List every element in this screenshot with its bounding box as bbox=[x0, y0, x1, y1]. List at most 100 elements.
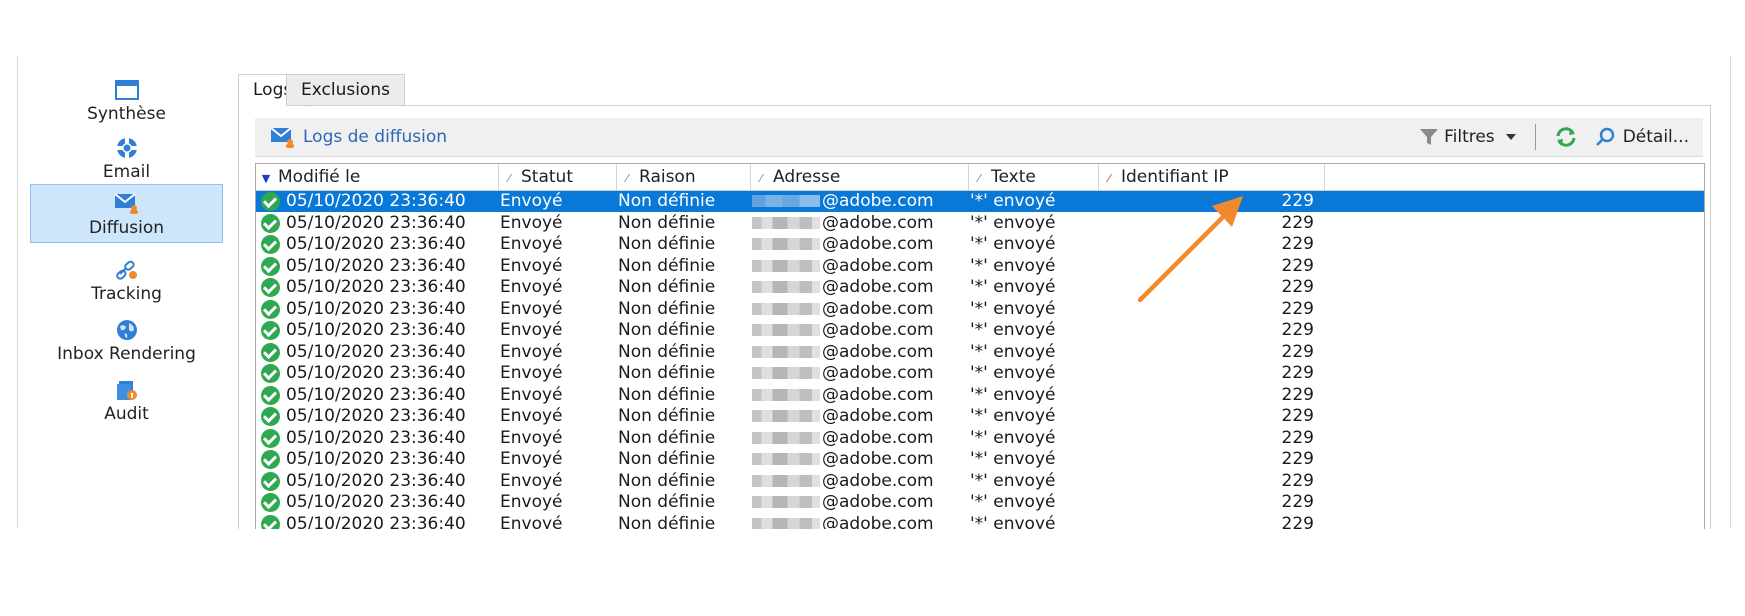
sort-icon: ⁄ bbox=[626, 172, 628, 185]
cell-reason: Non définie bbox=[618, 277, 716, 297]
cell-address: @adobe.com bbox=[752, 428, 968, 449]
cell-text: '*' envoyé bbox=[970, 277, 1056, 297]
cell-status: Envoyé bbox=[500, 513, 563, 530]
cell-text: '*' envoyé bbox=[970, 406, 1056, 426]
cell-ip: 229 bbox=[1281, 406, 1314, 426]
column-header-ip[interactable]: ⁄ Identifiant IP bbox=[1099, 164, 1325, 190]
success-icon bbox=[261, 235, 280, 254]
cell-text: '*' envoyé bbox=[970, 341, 1056, 362]
cell-ip: 229 bbox=[1281, 320, 1314, 340]
redacted-email-prefix bbox=[752, 410, 820, 422]
cell-text: '*' envoyé bbox=[970, 191, 1056, 211]
cell-status: Envoyé bbox=[500, 406, 563, 426]
cell-address: @adobe.com bbox=[752, 213, 968, 234]
cell-modified: 05/10/2020 23:36:40 bbox=[286, 191, 466, 211]
column-header-reason[interactable]: ⁄ Raison bbox=[617, 164, 751, 190]
table-row[interactable]: 05/10/2020 23:36:40 Envoyé Non définie @ado… bbox=[256, 449, 1704, 470]
nav-label: Synthèse bbox=[87, 104, 166, 124]
cell-reason: Non définie bbox=[618, 234, 716, 254]
nav-label: Diffusion bbox=[88, 218, 165, 238]
redacted-email-prefix bbox=[752, 517, 820, 529]
success-icon bbox=[261, 192, 280, 211]
cell-status: Envoyé bbox=[500, 492, 563, 512]
success-icon bbox=[261, 514, 280, 529]
cell-text: '*' envoyé bbox=[970, 298, 1056, 319]
cell-status: Envoyé bbox=[500, 341, 563, 362]
refresh-button[interactable] bbox=[1554, 118, 1578, 156]
cell-address: @adobe.com bbox=[752, 191, 968, 212]
table-row[interactable]: 05/10/2020 23:36:40 Envoyé Non définie @ado… bbox=[256, 320, 1704, 341]
cell-modified: 05/10/2020 23:36:40 bbox=[286, 406, 466, 426]
cell-ip: 229 bbox=[1281, 191, 1314, 211]
cell-status: Envoyé bbox=[500, 470, 563, 491]
cell-address: @adobe.com bbox=[752, 385, 968, 406]
chevron-down-icon bbox=[1506, 134, 1517, 140]
cell-modified: 05/10/2020 23:36:40 bbox=[286, 513, 466, 530]
cell-status: Envoyé bbox=[500, 384, 563, 405]
column-header-status[interactable]: ⁄ Statut bbox=[499, 164, 617, 190]
cell-ip: 229 bbox=[1281, 449, 1314, 469]
cell-ip: 229 bbox=[1281, 277, 1314, 297]
cell-text: '*' envoyé bbox=[970, 363, 1056, 383]
cell-ip: 229 bbox=[1281, 513, 1314, 530]
table-row[interactable]: 05/10/2020 23:36:40 Envoyé Non définie @ado… bbox=[256, 471, 1704, 492]
cell-modified: 05/10/2020 23:36:40 bbox=[286, 363, 466, 383]
table-row[interactable]: 05/10/2020 23:36:40 Envoyé Non définie @ado… bbox=[256, 277, 1704, 298]
table-row[interactable]: 05/10/2020 23:36:40 Envoyé Non définie @ado… bbox=[256, 234, 1704, 255]
table-row[interactable]: 05/10/2020 23:36:40 Envoyé Non définie @ado… bbox=[256, 342, 1704, 363]
table-row[interactable]: 05/10/2020 23:36:40 Envoyé Non définie @ado… bbox=[256, 363, 1704, 384]
table-row[interactable]: 05/10/2020 23:36:40 Envoyé Non définie @ado… bbox=[256, 213, 1704, 234]
tab-exclusions[interactable]: Exclusions bbox=[286, 74, 405, 106]
cell-reason: Non définie bbox=[618, 449, 716, 469]
cell-ip: 229 bbox=[1281, 363, 1314, 383]
table-row[interactable]: 05/10/2020 23:36:40 Envoyé Non définie @ado… bbox=[256, 513, 1704, 530]
nav-item-diffusion[interactable]: Diffusion bbox=[30, 184, 223, 243]
cell-reason: Non définie bbox=[618, 492, 716, 512]
cell-modified: 05/10/2020 23:36:40 bbox=[286, 277, 466, 297]
cell-status: Envoyé bbox=[500, 277, 563, 297]
redacted-email-prefix bbox=[752, 238, 820, 250]
nav-item-synthese[interactable]: Synthèse bbox=[30, 70, 223, 136]
cell-reason: Non définie bbox=[618, 427, 716, 448]
cell-reason: Non définie bbox=[618, 341, 716, 362]
redacted-email-prefix bbox=[752, 474, 820, 487]
redacted-email-prefix bbox=[752, 453, 820, 465]
table-row[interactable]: 05/10/2020 23:36:40 Envoyé Non définie @ado… bbox=[256, 299, 1704, 320]
filters-button[interactable]: Filtres bbox=[1419, 118, 1518, 156]
detail-button[interactable]: Détail... bbox=[1595, 118, 1689, 156]
column-header-text[interactable]: ⁄ Texte bbox=[969, 164, 1099, 190]
success-icon bbox=[261, 342, 280, 362]
table-row[interactable]: 05/10/2020 23:36:40 Envoyé Non définie @ado… bbox=[256, 428, 1704, 449]
nav-item-audit[interactable]: Audit bbox=[30, 370, 223, 436]
nav-item-inbox-rendering[interactable]: Inbox Rendering bbox=[30, 310, 223, 376]
refresh-icon bbox=[1556, 127, 1576, 147]
sort-icon: ⁄ bbox=[760, 172, 762, 185]
column-header-modified[interactable]: ▼ Modifié le bbox=[256, 164, 499, 190]
table-row[interactable]: 05/10/2020 23:36:40 Envoyé Non définie @ado… bbox=[256, 406, 1704, 427]
email-domain: @adobe.com bbox=[822, 277, 934, 297]
redacted-email-prefix bbox=[752, 324, 820, 336]
email-domain: @adobe.com bbox=[822, 320, 934, 340]
search-icon bbox=[1596, 127, 1615, 146]
cell-ip: 229 bbox=[1281, 234, 1314, 254]
table-row[interactable]: 05/10/2020 23:36:40 Envoyé Non définie @ado… bbox=[256, 256, 1704, 277]
cell-address: @adobe.com bbox=[752, 320, 968, 341]
nav-item-tracking[interactable]: Tracking bbox=[30, 250, 223, 316]
table-row[interactable]: 05/10/2020 23:36:40 Envoyé Non définie @ado… bbox=[256, 385, 1704, 406]
redacted-email-prefix bbox=[752, 195, 820, 207]
redacted-email-prefix bbox=[752, 281, 820, 293]
email-domain: @adobe.com bbox=[822, 298, 934, 319]
cell-status: Envoyé bbox=[500, 191, 563, 211]
success-icon bbox=[261, 493, 280, 512]
toolbar: Logs de diffusion Filtres Détail... bbox=[255, 118, 1703, 157]
table-row[interactable]: 05/10/2020 23:36:40 Envoyé Non définie @ado… bbox=[256, 492, 1704, 513]
email-domain: @adobe.com bbox=[822, 255, 934, 276]
logs-title-button[interactable]: Logs de diffusion bbox=[269, 118, 447, 156]
column-header-address[interactable]: ⁄ Adresse bbox=[751, 164, 969, 190]
cell-modified: 05/10/2020 23:36:40 bbox=[286, 234, 466, 254]
audit-icon bbox=[116, 381, 137, 400]
cell-reason: Non définie bbox=[618, 212, 716, 233]
cell-status: Envoyé bbox=[500, 363, 563, 383]
cell-ip: 229 bbox=[1281, 470, 1314, 491]
table-row[interactable]: 05/10/2020 23:36:40 Envoyé Non définie @ado… bbox=[256, 191, 1704, 212]
